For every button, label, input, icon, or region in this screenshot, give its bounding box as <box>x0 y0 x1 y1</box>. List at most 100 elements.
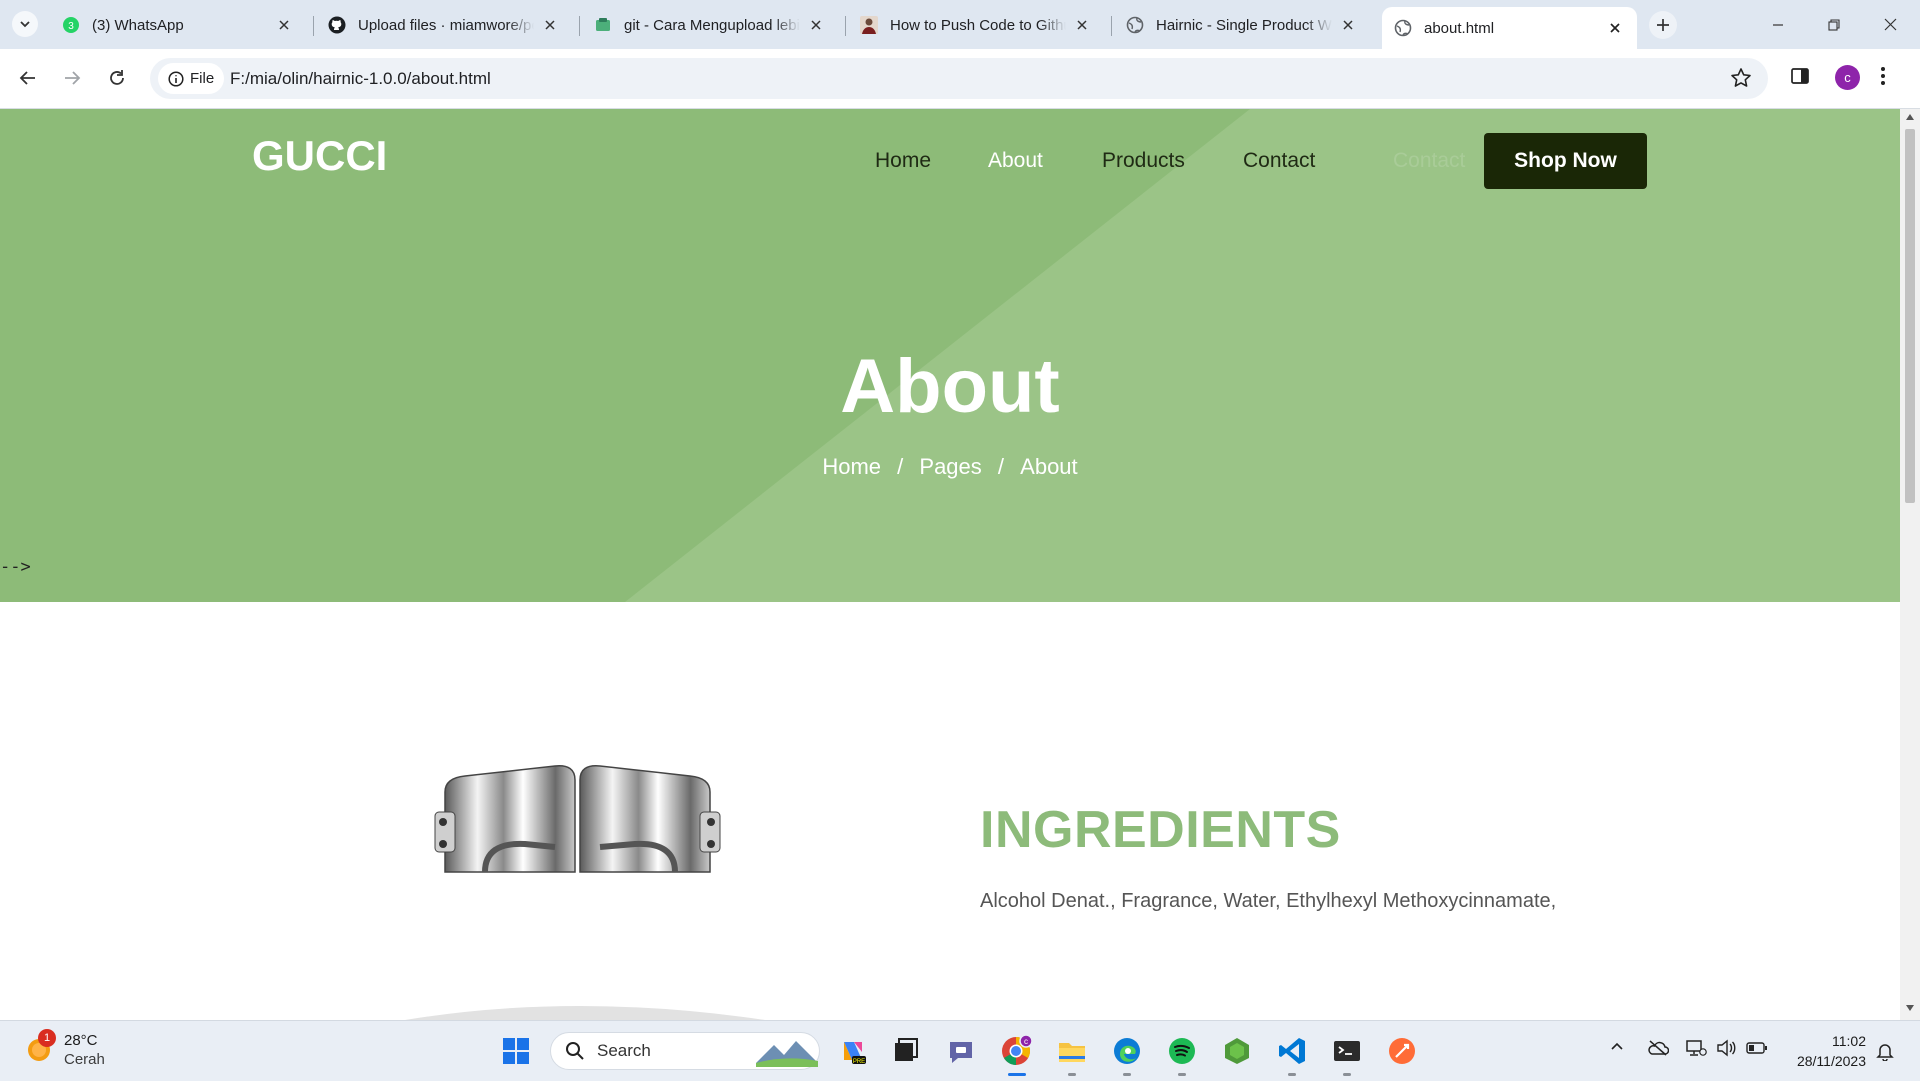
tab-title: git - Cara Mengupload lebih dari 100 fil… <box>624 16 800 34</box>
close-icon[interactable] <box>806 15 826 35</box>
close-window-button[interactable] <box>1862 0 1918 49</box>
network-icon[interactable] <box>1685 1039 1707 1057</box>
globe-icon <box>1126 16 1144 34</box>
taskbar-search[interactable]: Search <box>550 1032 820 1070</box>
tab-divider <box>1111 16 1112 36</box>
whatsapp-icon: 3 <box>62 16 80 34</box>
vscode-icon[interactable] <box>1275 1034 1309 1068</box>
minimize-button[interactable] <box>1750 0 1806 49</box>
browser-toolbar: File F:/mia/olin/hairnic-1.0.0/about.htm… <box>0 49 1920 109</box>
reload-button[interactable] <box>100 61 134 95</box>
forward-button[interactable] <box>55 61 89 95</box>
breadcrumb-separator: / <box>897 454 904 479</box>
taskbar: 1 28°C Cerah Search PRE c 11:02 28/11/20… <box>0 1020 1920 1081</box>
close-icon[interactable] <box>1072 15 1092 35</box>
edge-icon[interactable] <box>1110 1034 1144 1068</box>
nav-contact[interactable]: Contact <box>1243 149 1315 173</box>
page-scrollbar[interactable] <box>1900 109 1920 1020</box>
tab-search-button[interactable] <box>12 11 38 37</box>
search-highlight-image <box>756 1037 818 1067</box>
spotify-icon[interactable] <box>1165 1034 1199 1068</box>
tab-title: Upload files · miamwore/portfolio <box>358 16 534 34</box>
scrollbar-thumb[interactable] <box>1905 129 1915 503</box>
onedrive-offline-icon[interactable] <box>1647 1039 1669 1057</box>
tab-strip: 3 (3) WhatsApp Upload files · miamwore/p… <box>0 0 1920 49</box>
restore-button[interactable] <box>1806 0 1862 49</box>
tab-whatsapp[interactable]: 3 (3) WhatsApp <box>50 7 306 43</box>
svg-text:c: c <box>1024 1037 1028 1046</box>
close-icon[interactable] <box>1338 15 1358 35</box>
more-menu-icon[interactable] <box>1880 65 1886 87</box>
copilot-icon[interactable]: PRE <box>836 1034 870 1068</box>
reload-icon <box>108 69 126 87</box>
scroll-down-arrow-icon[interactable] <box>1905 1004 1915 1012</box>
breadcrumb-home[interactable]: Home <box>822 454 881 479</box>
profile-avatar[interactable]: c <box>1835 65 1860 90</box>
svg-text:3: 3 <box>68 21 74 32</box>
stray-comment-text: --> <box>0 557 31 577</box>
new-tab-button[interactable] <box>1649 11 1677 39</box>
site-info-chip[interactable]: File <box>158 63 225 94</box>
info-icon <box>168 70 184 87</box>
video-thumb-icon <box>860 16 878 34</box>
notification-bell-icon[interactable] <box>1876 1041 1894 1061</box>
postman-icon[interactable] <box>1385 1034 1419 1068</box>
battery-icon[interactable] <box>1746 1039 1768 1057</box>
back-button[interactable] <box>11 61 45 95</box>
plus-icon <box>1656 18 1670 32</box>
shop-now-button[interactable]: Shop Now <box>1484 133 1647 189</box>
site-logo[interactable]: GUCCI <box>252 132 387 180</box>
tab-title: about.html <box>1424 19 1495 37</box>
product-image <box>405 752 765 1020</box>
nav-products[interactable]: Products <box>1102 149 1185 173</box>
tab-hairnic[interactable]: Hairnic - Single Product Website <box>1114 7 1370 43</box>
section-text: Alcohol Denat., Fragrance, Water, Ethylh… <box>980 890 1557 912</box>
stackoverflow-icon <box>594 16 612 34</box>
breadcrumb-pages[interactable]: Pages <box>919 454 981 479</box>
restore-icon <box>1828 18 1840 31</box>
tab-divider <box>313 16 314 36</box>
tab-push-code[interactable]: How to Push Code to Github <box>848 7 1104 43</box>
bookmark-star-icon[interactable] <box>1730 67 1752 89</box>
url-text[interactable]: F:/mia/olin/hairnic-1.0.0/about.html <box>230 69 491 89</box>
search-icon <box>565 1041 585 1061</box>
close-icon[interactable] <box>540 15 560 35</box>
weather-condition: Cerah <box>64 1051 105 1068</box>
chrome-icon[interactable]: c <box>999 1034 1033 1068</box>
running-app-indicator <box>1343 1073 1351 1076</box>
tab-stackoverflow[interactable]: git - Cara Mengupload lebih dari 100 fil… <box>582 7 838 43</box>
nav-about[interactable]: About <box>988 149 1043 173</box>
close-icon[interactable] <box>274 15 294 35</box>
nodejs-icon[interactable] <box>1220 1034 1254 1068</box>
volume-icon[interactable] <box>1716 1039 1736 1057</box>
clock-time: 11:02 <box>1832 1033 1866 1049</box>
scroll-up-arrow-icon[interactable] <box>1905 113 1915 121</box>
breadcrumb: Home / Pages / About <box>0 454 1900 480</box>
site-info-label: File <box>190 70 215 87</box>
hero-section: GUCCI Home About Products Contact Contac… <box>0 109 1900 602</box>
weather-widget[interactable]: 1 28°C Cerah <box>24 1029 105 1069</box>
active-app-indicator <box>1008 1073 1026 1076</box>
task-view-icon[interactable] <box>889 1034 923 1068</box>
nav-contact-faded[interactable]: Contact <box>1393 149 1465 173</box>
windows-start-icon[interactable] <box>499 1034 533 1068</box>
close-icon[interactable] <box>1605 18 1625 38</box>
address-bar[interactable]: File F:/mia/olin/hairnic-1.0.0/about.htm… <box>150 58 1768 99</box>
running-app-indicator <box>1288 1073 1296 1076</box>
minimize-icon <box>1772 19 1784 31</box>
tab-divider <box>579 16 580 36</box>
file-explorer-icon[interactable] <box>1055 1034 1089 1068</box>
running-app-indicator <box>1178 1073 1186 1076</box>
terminal-icon[interactable] <box>1330 1034 1364 1068</box>
tab-about-active[interactable]: about.html <box>1382 7 1637 49</box>
side-panel-icon[interactable] <box>1790 66 1810 86</box>
tab-title: (3) WhatsApp <box>92 16 184 34</box>
tab-github[interactable]: Upload files · miamwore/portfolio <box>316 7 572 43</box>
teams-chat-icon[interactable] <box>944 1034 978 1068</box>
tab-title: Hairnic - Single Product Website <box>1156 16 1332 34</box>
running-app-indicator <box>1123 1073 1131 1076</box>
nav-home[interactable]: Home <box>875 149 931 173</box>
page-viewport: GUCCI Home About Products Contact Contac… <box>0 109 1900 1020</box>
tray-overflow-chevron-icon[interactable] <box>1609 1039 1625 1055</box>
system-clock[interactable]: 11:02 28/11/2023 <box>1782 1031 1866 1071</box>
